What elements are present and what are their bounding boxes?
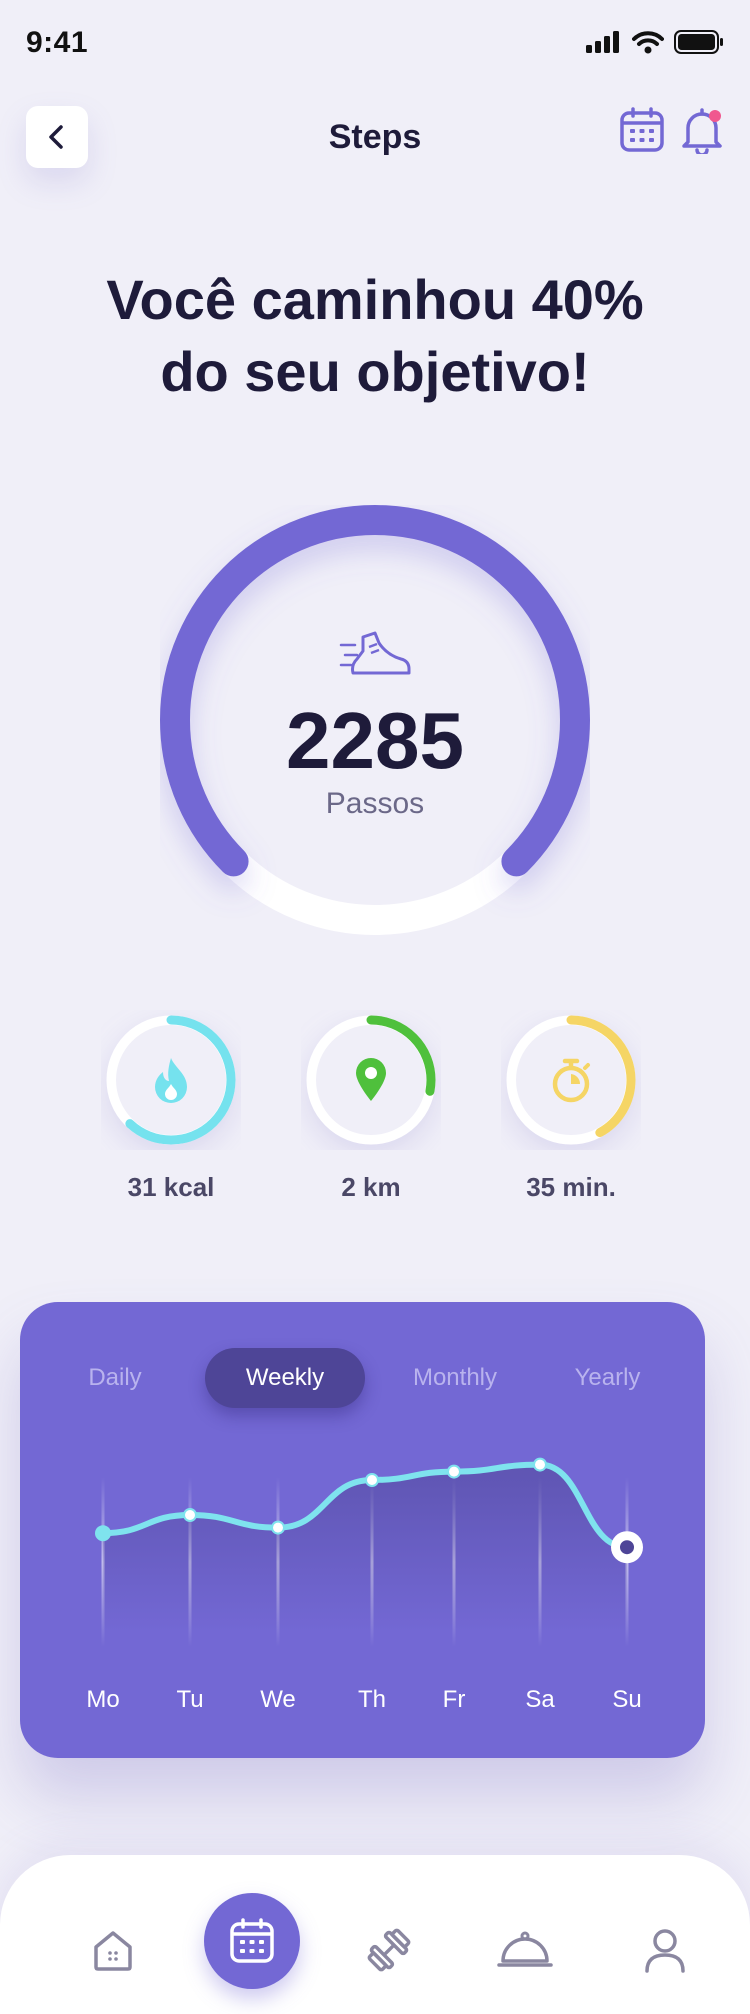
x-tick-label: Fr — [443, 1686, 466, 1713]
goal-headline: Você caminhou 40% do seu objetivo! — [106, 268, 644, 403]
steps-count: 2285 — [286, 696, 464, 785]
calendar-icon[interactable] — [618, 106, 666, 154]
battery-icon — [674, 30, 723, 54]
distance-value: 2 km — [341, 1172, 401, 1202]
food-cloche-icon — [497, 1931, 553, 1967]
nav-workout[interactable] — [349, 1910, 429, 1990]
duration-ring — [501, 1010, 641, 1150]
dumbbell-icon — [367, 1928, 411, 1972]
status-time: 9:41 — [26, 26, 89, 59]
stat-distance: 2 km — [296, 1010, 446, 1203]
x-tick-label: Su — [612, 1686, 641, 1713]
chart-point-sa — [533, 1457, 547, 1472]
chart-point-tu — [183, 1508, 197, 1522]
chart-area — [103, 1464, 627, 1632]
signal-icon — [586, 31, 619, 53]
nav-home[interactable] — [73, 1910, 153, 1990]
x-tick-label: We — [260, 1686, 296, 1713]
stat-duration: 35 min. — [496, 1010, 646, 1203]
stat-calories: 31 kcal — [96, 1010, 246, 1203]
activity-chart-card: Daily Weekly Monthly Yearly Mo Tu We Th Fr Sa… — [20, 1302, 705, 1758]
chart-point-th — [365, 1473, 379, 1487]
nav-profile[interactable] — [625, 1910, 705, 1990]
steps-label: Passos — [325, 787, 425, 820]
home-icon — [94, 1931, 132, 1971]
duration-value: 35 min. — [526, 1172, 616, 1202]
chart-point-we — [271, 1520, 285, 1535]
running-shoe-icon — [339, 631, 411, 675]
calendar-icon — [230, 1918, 274, 1963]
x-tick-label: Sa — [525, 1686, 555, 1713]
wifi-icon — [632, 31, 664, 54]
nav-calendar[interactable] — [204, 1893, 300, 1989]
distance-ring — [301, 1010, 441, 1150]
user-icon — [645, 1929, 685, 1973]
chart-point-fr — [447, 1464, 461, 1479]
x-tick-label: Th — [358, 1686, 386, 1713]
flame-icon — [155, 1058, 187, 1103]
steps-readout: 2285 Passos — [160, 505, 590, 935]
weekly-steps-chart: Mo Tu We Th Fr Sa Su — [86, 1457, 643, 1713]
stopwatch-icon — [552, 1058, 590, 1103]
nav-food[interactable] — [485, 1910, 565, 1990]
x-tick-label: Mo — [86, 1686, 119, 1713]
calories-value: 31 kcal — [127, 1172, 215, 1202]
bell-icon[interactable] — [680, 104, 724, 154]
x-tick-label: Tu — [176, 1686, 203, 1713]
calories-ring — [101, 1010, 241, 1150]
chart-point-mo — [95, 1525, 111, 1542]
location-pin-icon — [356, 1058, 386, 1101]
status-icons — [586, 30, 724, 54]
notification-dot — [709, 110, 721, 122]
